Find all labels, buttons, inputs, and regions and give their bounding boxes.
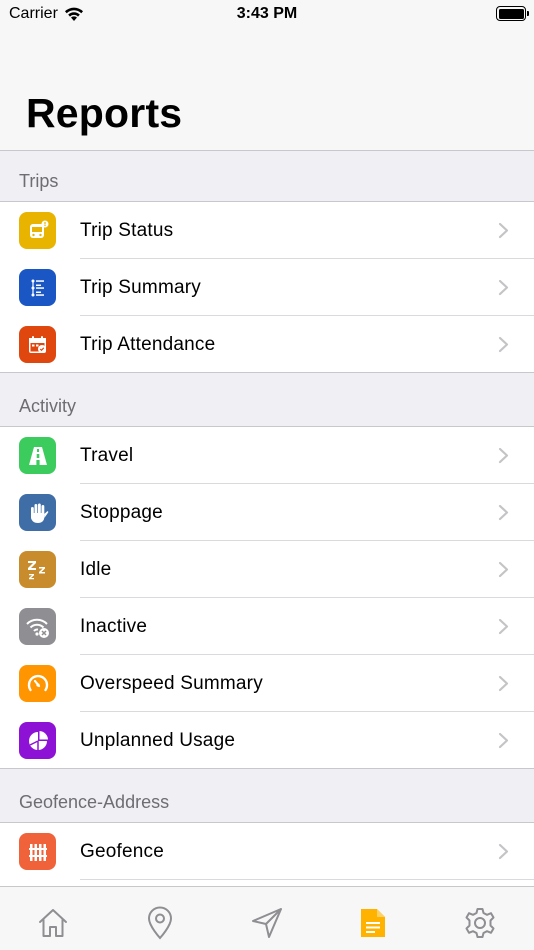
row-label: Geofence [80, 840, 164, 862]
road-icon [19, 437, 56, 474]
status-bar: Carrier 3:43 PM [0, 0, 534, 30]
hand-icon [19, 494, 56, 531]
row-travel[interactable]: Travel [0, 427, 534, 484]
settings-icon [465, 908, 495, 938]
row-label: Idle [80, 558, 112, 580]
row-idle[interactable]: Idle [0, 541, 534, 598]
chevron-right-icon [498, 732, 509, 749]
row-trip-status[interactable]: Trip Status [0, 202, 534, 259]
row-overspeed-summary[interactable]: Overspeed Summary [0, 655, 534, 712]
row-trip-attendance[interactable]: Trip Attendance [0, 316, 534, 373]
row-label: Unplanned Usage [80, 729, 236, 751]
chevron-right-icon [498, 675, 509, 692]
page-title: Reports [26, 90, 183, 136]
section-header-trips: Trips [0, 151, 534, 202]
row-label: Trip Attendance [80, 333, 216, 355]
tab-reports[interactable] [355, 905, 391, 941]
battery-icon [496, 6, 529, 21]
speedometer-icon [19, 665, 56, 702]
row-inactive[interactable]: Inactive [0, 598, 534, 655]
section-geofence-address: Geofence [0, 823, 534, 886]
row-label: Overspeed Summary [80, 672, 263, 694]
tab-home[interactable] [35, 905, 71, 941]
location-pin-icon [147, 906, 173, 940]
list-icon [19, 269, 56, 306]
section-trips: Trip Status Trip Summary Trip Attendance [0, 202, 534, 373]
chevron-right-icon [498, 504, 509, 521]
bus-alert-icon [19, 212, 56, 249]
tab-settings[interactable] [462, 905, 498, 941]
row-trip-summary[interactable]: Trip Summary [0, 259, 534, 316]
row-label: Stoppage [80, 501, 163, 523]
pie-chart-icon [19, 722, 56, 759]
chevron-right-icon [498, 843, 509, 860]
calendar-check-icon [19, 326, 56, 363]
row-geofence[interactable]: Geofence [0, 823, 534, 880]
row-stoppage[interactable]: Stoppage [0, 484, 534, 541]
tab-bar [0, 886, 534, 950]
sleep-icon [19, 551, 56, 588]
chevron-right-icon [498, 447, 509, 464]
tab-navigation[interactable] [249, 905, 285, 941]
home-icon [39, 909, 67, 937]
tab-location[interactable] [142, 905, 178, 941]
signal-off-icon [19, 608, 56, 645]
navigation-header: Reports [0, 30, 534, 151]
fence-icon [19, 833, 56, 870]
section-header-geofence-address: Geofence-Address [0, 769, 534, 823]
reports-list[interactable]: Trips Trip Status Trip Summary Trip Atte… [0, 151, 534, 886]
reports-icon [361, 909, 385, 937]
navigation-icon [252, 908, 282, 938]
chevron-right-icon [498, 279, 509, 296]
row-label: Inactive [80, 615, 148, 637]
chevron-right-icon [498, 222, 509, 239]
row-label: Trip Summary [80, 276, 201, 298]
chevron-right-icon [498, 561, 509, 578]
row-label: Travel [80, 444, 134, 466]
section-header-activity: Activity [0, 373, 534, 427]
section-activity: Travel Stoppage Idle Inactive Overspeed … [0, 427, 534, 769]
row-label: Trip Status [80, 219, 174, 241]
clock: 3:43 PM [236, 5, 298, 22]
row-unplanned-usage[interactable]: Unplanned Usage [0, 712, 534, 769]
chevron-right-icon [498, 618, 509, 635]
chevron-right-icon [498, 336, 509, 353]
